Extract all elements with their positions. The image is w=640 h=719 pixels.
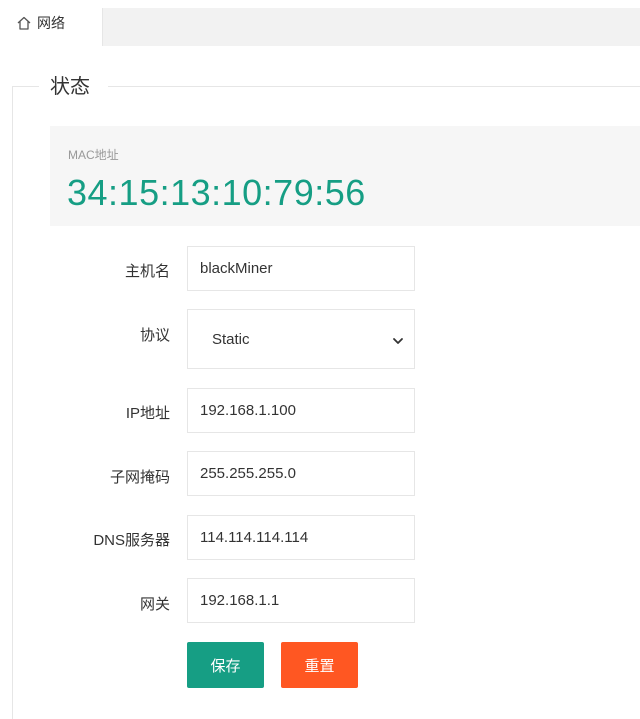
reset-button[interactable]: 重置 bbox=[281, 642, 358, 688]
dns-input[interactable]: 114.114.114.114 bbox=[187, 515, 415, 560]
fieldset-border bbox=[12, 86, 39, 87]
dns-value: 114.114.114.114 bbox=[200, 529, 309, 546]
tab-network[interactable]: 网络 bbox=[0, 0, 102, 46]
protocol-label: 协议 bbox=[139, 327, 170, 344]
netmask-value: 255.255.255.0 bbox=[200, 465, 296, 482]
tab-bar: 网络 bbox=[0, 0, 640, 46]
home-icon bbox=[16, 15, 37, 31]
tab-bar-background bbox=[102, 8, 640, 46]
fieldset-border bbox=[108, 86, 640, 87]
ip-label: IP地址 bbox=[125, 405, 170, 422]
fieldset-border bbox=[12, 86, 13, 719]
protocol-select[interactable]: Static bbox=[187, 309, 415, 369]
netmask-label: 子网掩码 bbox=[109, 469, 170, 486]
gateway-value: 192.168.1.1 bbox=[200, 592, 280, 609]
ip-address-input[interactable]: 192.168.1.100 bbox=[187, 388, 415, 433]
netmask-input[interactable]: 255.255.255.0 bbox=[187, 451, 415, 496]
mac-address-value: 34:15:13:10:79:56 bbox=[67, 172, 366, 213]
tab-label: 网络 bbox=[37, 15, 65, 31]
gateway-input[interactable]: 192.168.1.1 bbox=[187, 578, 415, 623]
gateway-label: 网关 bbox=[139, 596, 170, 613]
hostname-label: 主机名 bbox=[124, 263, 170, 280]
ip-value: 192.168.1.100 bbox=[200, 402, 296, 419]
section-legend: 状态 bbox=[50, 76, 90, 98]
dns-label: DNS服务器 bbox=[93, 532, 170, 549]
chevron-down-icon bbox=[392, 334, 404, 351]
protocol-value: Static bbox=[212, 330, 250, 348]
save-button[interactable]: 保存 bbox=[187, 642, 264, 688]
hostname-input[interactable]: blackMiner bbox=[187, 246, 415, 291]
mac-address-panel: MAC地址 34:15:13:10:79:56 bbox=[50, 126, 640, 226]
hostname-value: blackMiner bbox=[200, 260, 273, 277]
mac-address-label: MAC地址 bbox=[68, 148, 119, 162]
